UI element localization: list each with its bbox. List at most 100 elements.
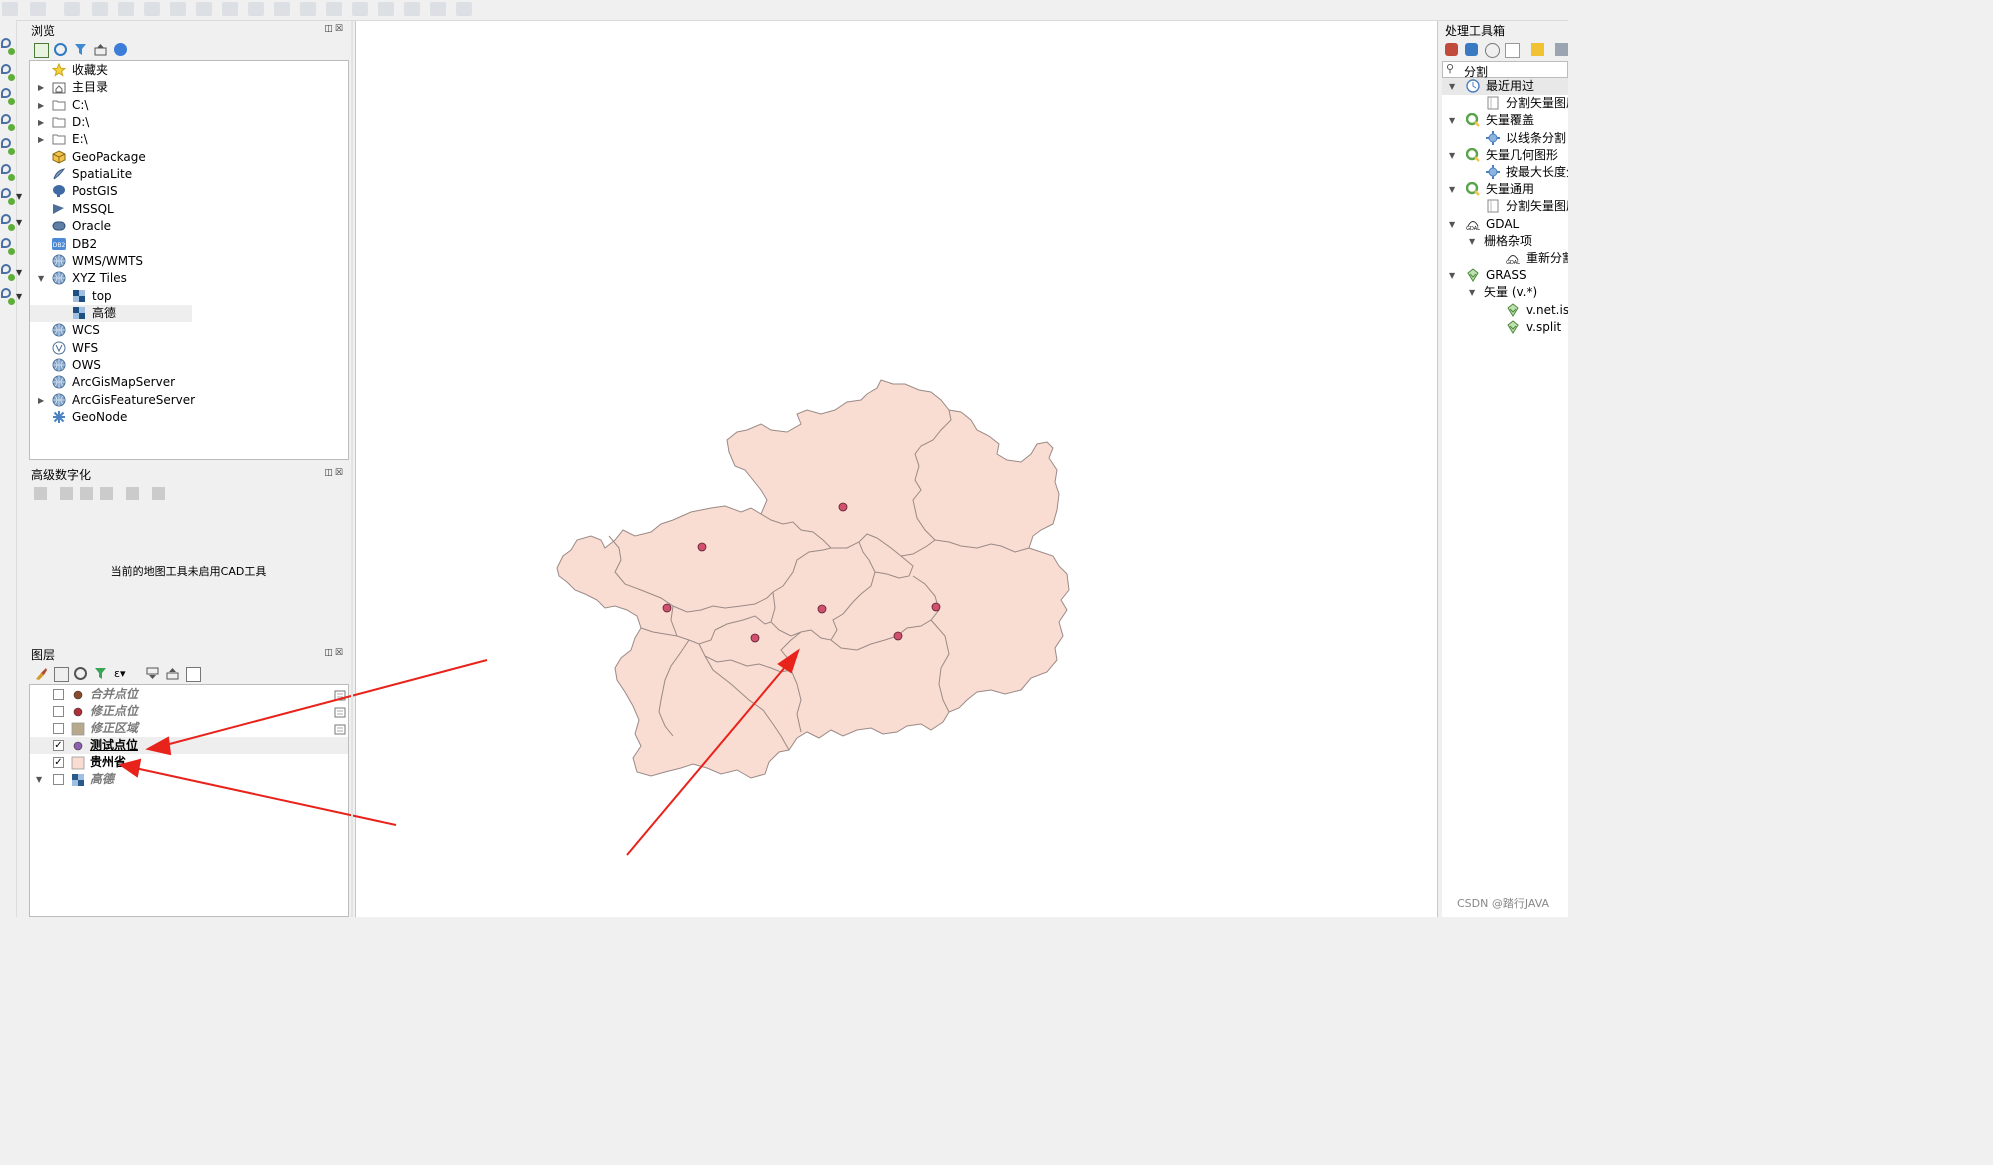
style-brush-icon[interactable]: [34, 667, 47, 680]
collapse-arrow-icon[interactable]: ▼: [1449, 147, 1459, 164]
eye-icon[interactable]: [74, 667, 87, 680]
collapse-arrow-icon[interactable]: ▼: [1469, 284, 1479, 301]
browser-item[interactable]: MSSQL: [30, 201, 348, 218]
info-icon[interactable]: [114, 43, 127, 56]
toolbar-icon[interactable]: [248, 2, 264, 16]
expand-arrow-icon[interactable]: ▶: [38, 79, 48, 96]
panel-float-close-buttons[interactable]: ◫☒: [324, 648, 345, 658]
test-point-marker[interactable]: [838, 502, 848, 512]
toolbox-item[interactable]: v.net.iso: [1442, 302, 1568, 319]
toolbar-icon[interactable]: [378, 2, 394, 16]
browser-item[interactable]: 高德: [30, 304, 192, 322]
remove-layer-icon[interactable]: [186, 667, 201, 682]
toolbar-icon[interactable]: [30, 2, 46, 16]
refresh-icon[interactable]: [54, 43, 67, 56]
test-point-marker[interactable]: [750, 633, 760, 643]
add-feature-icon[interactable]: [1, 114, 15, 131]
layer-visibility-checkbox[interactable]: [53, 723, 64, 734]
toolbar-icon[interactable]: [92, 2, 108, 16]
layer-visibility-checkbox[interactable]: [53, 689, 64, 700]
toolbox-search-box[interactable]: ⚲ 分割: [1442, 61, 1568, 79]
collapse-arrow-icon[interactable]: ▼: [1449, 181, 1459, 198]
browser-item[interactable]: ▼ XYZ Tiles: [30, 270, 348, 287]
add-feature-icon[interactable]: ▼: [1, 288, 22, 305]
toolbox-item[interactable]: v.split: [1442, 319, 1568, 336]
add-feature-icon[interactable]: ▼: [1, 214, 22, 231]
add-feature-icon[interactable]: [1, 38, 15, 55]
browser-item[interactable]: ▶ E:\: [30, 131, 348, 148]
expand-arrow-icon[interactable]: ▶: [38, 97, 48, 114]
toolbar-icon[interactable]: [456, 2, 472, 16]
toolbar-icon[interactable]: [326, 2, 342, 16]
settings-icon[interactable]: [152, 487, 165, 500]
layer-visibility-checkbox[interactable]: [53, 706, 64, 717]
toolbar-icon[interactable]: [196, 2, 212, 16]
toolbox-item[interactable]: 以线条分割: [1442, 130, 1568, 147]
toolbar-icon[interactable]: [64, 2, 80, 16]
cad-enable-icon[interactable]: [34, 487, 47, 500]
construction-icon[interactable]: [60, 487, 73, 500]
snapping-icon[interactable]: [126, 487, 139, 500]
browser-item[interactable]: ▶ 主目录: [30, 79, 348, 96]
filter-icon[interactable]: [94, 667, 107, 680]
collapse-arrow-icon[interactable]: ▼: [1449, 112, 1459, 129]
browser-item[interactable]: ▶ ArcGisFeatureServer: [30, 392, 348, 409]
browser-item[interactable]: GeoNode: [30, 409, 348, 426]
toolbar-icon[interactable]: [2, 2, 18, 16]
collapse-arrow-icon[interactable]: ▼: [1449, 216, 1459, 233]
toolbar-icon[interactable]: [274, 2, 290, 16]
expand-arrow-icon[interactable]: ▶: [38, 114, 48, 131]
layer-item[interactable]: 合并点位: [30, 686, 348, 703]
test-point-marker[interactable]: [817, 604, 827, 614]
browser-item[interactable]: WCS: [30, 322, 348, 339]
guizhou-province-polygon[interactable]: [556, 379, 1070, 779]
expand-arrow-icon[interactable]: ▶: [38, 131, 48, 148]
browser-item[interactable]: ▶ D:\: [30, 114, 348, 131]
browser-item[interactable]: GeoPackage: [30, 149, 348, 166]
toolbox-item[interactable]: ▼ 矢量通用: [1442, 181, 1568, 198]
parallel-icon[interactable]: [80, 487, 93, 500]
toolbar-icon[interactable]: [404, 2, 420, 16]
toolbar-icon[interactable]: [300, 2, 316, 16]
options-icon[interactable]: [1555, 43, 1568, 56]
test-point-marker[interactable]: [697, 542, 707, 552]
layer-visibility-checkbox[interactable]: ✓: [53, 757, 64, 768]
edit-features-icon[interactable]: [1531, 43, 1544, 56]
filter-icon[interactable]: [74, 43, 87, 56]
toolbox-item[interactable]: ▼ GDAL GDAL: [1442, 216, 1568, 233]
browser-item[interactable]: SpatiaLite: [30, 166, 348, 183]
add-feature-icon[interactable]: ▼: [1, 264, 22, 281]
map-canvas[interactable]: [355, 21, 1438, 917]
collapse-arrow-icon[interactable]: ▼: [1469, 233, 1479, 250]
add-layer-icon[interactable]: [34, 43, 49, 58]
collapse-arrow-icon[interactable]: ▼: [38, 270, 48, 287]
toolbox-item[interactable]: ▼ 矢量 (v.*): [1442, 284, 1568, 301]
layer-visibility-checkbox[interactable]: [53, 774, 64, 785]
collapse-all-icon[interactable]: [166, 667, 179, 680]
toolbar-icon[interactable]: [144, 2, 160, 16]
browser-item[interactable]: ▶ C:\: [30, 97, 348, 114]
expand-arrow-icon[interactable]: ▶: [38, 392, 48, 409]
add-feature-icon[interactable]: [1, 88, 15, 105]
browser-item[interactable]: WMS/WMTS: [30, 253, 348, 270]
toolbox-item[interactable]: ▼ 栅格杂项: [1442, 233, 1568, 250]
browser-item[interactable]: top: [30, 288, 348, 305]
toolbox-item[interactable]: 分割矢量图层: [1442, 95, 1568, 112]
browser-item[interactable]: OWS: [30, 357, 348, 374]
toolbox-item[interactable]: GDAL 重新分割: [1442, 250, 1568, 267]
add-feature-icon[interactable]: ▼: [1, 188, 22, 205]
layer-item[interactable]: ▼ 高德: [30, 771, 348, 788]
browser-item[interactable]: WFS: [30, 340, 348, 357]
add-feature-icon[interactable]: [1, 164, 15, 181]
toolbox-item[interactable]: ▼ GRASS: [1442, 267, 1568, 284]
collapse-arrow-icon[interactable]: ▼: [36, 771, 46, 788]
browser-item[interactable]: Oracle: [30, 218, 348, 235]
add-feature-icon[interactable]: [1, 138, 15, 155]
results-icon[interactable]: [1505, 43, 1520, 58]
add-group-icon[interactable]: [54, 667, 69, 682]
layer-item[interactable]: ✓ 测试点位: [30, 737, 348, 754]
test-point-marker[interactable]: [931, 602, 941, 612]
history-icon[interactable]: [1485, 43, 1500, 58]
panel-float-close-buttons[interactable]: ◫☒: [324, 468, 345, 478]
toolbox-item[interactable]: 按最大长度分割: [1442, 164, 1568, 181]
